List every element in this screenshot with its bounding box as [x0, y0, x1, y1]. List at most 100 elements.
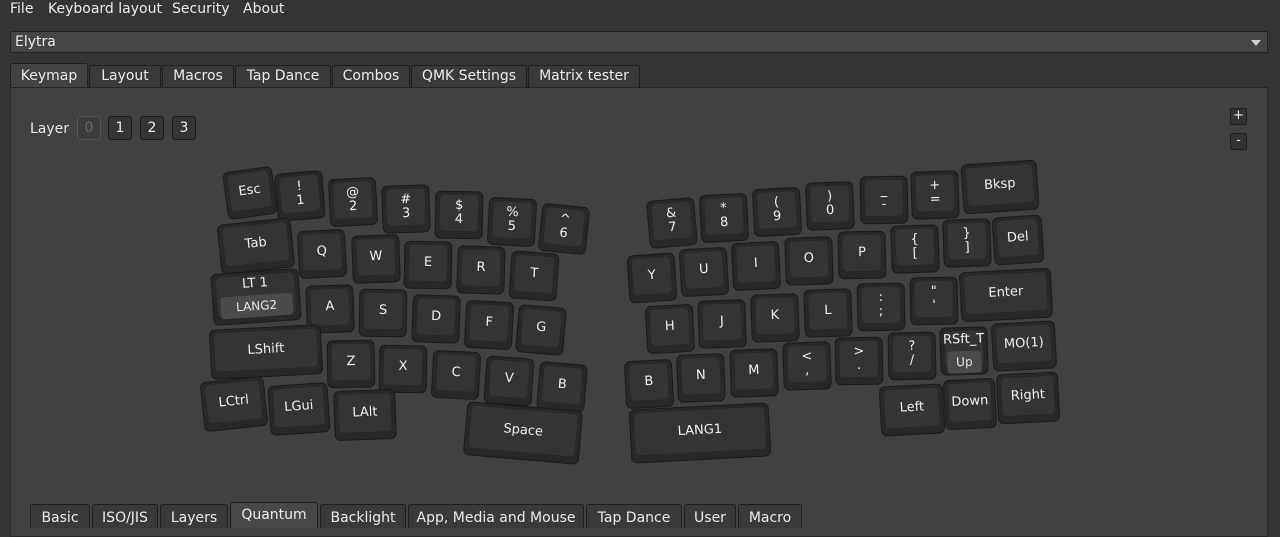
tab-combos[interactable]: Combos	[332, 65, 410, 87]
key-8[interactable]: * 8	[698, 192, 750, 244]
key-o[interactable]: O	[784, 236, 834, 286]
layer-button-3[interactable]: 3	[172, 116, 196, 140]
key-e[interactable]: E	[403, 240, 453, 290]
key-bksp[interactable]: Bksp	[960, 159, 1040, 215]
tab-layers[interactable]: Layers	[160, 504, 228, 528]
key-legend-line: Down	[951, 393, 989, 410]
key-right[interactable]: Right	[995, 371, 1061, 425]
key-lang1[interactable]: LANG1	[628, 402, 772, 464]
key-9[interactable]: (9	[751, 186, 803, 238]
menu-keyboard-layout[interactable]: Keyboard layout	[48, 0, 162, 18]
key-3[interactable]: #3	[381, 184, 431, 234]
key-v[interactable]: V	[483, 355, 535, 407]
zoom-in-button[interactable]: +	[1230, 108, 1247, 125]
layer-button-2[interactable]: 2	[140, 116, 164, 140]
key-enter[interactable]: Enter	[958, 267, 1054, 323]
key-0[interactable]: ) 0	[805, 181, 855, 231]
zoom-out-button[interactable]: -	[1230, 133, 1247, 150]
key-equal[interactable]: + =	[910, 170, 960, 220]
key-del[interactable]: Del	[991, 214, 1045, 266]
key-quote[interactable]: " '	[909, 276, 959, 326]
key-q[interactable]: Q	[296, 228, 348, 280]
key-k[interactable]: K	[750, 293, 800, 343]
key-minus[interactable]: _ -	[859, 175, 909, 225]
key-5[interactable]: % 5	[486, 196, 538, 248]
tab-tap-dance-keys[interactable]: Tap Dance	[586, 504, 682, 528]
key-lctrl[interactable]: LCtrl	[199, 375, 269, 433]
key-legend: Space	[468, 405, 578, 457]
tab-qmk-settings[interactable]: QMK Settings	[411, 65, 527, 87]
key-left[interactable]: Left	[878, 383, 946, 437]
key-tab[interactable]: Tab	[216, 217, 296, 275]
key-x[interactable]: X	[378, 344, 428, 394]
key-j[interactable]: J	[697, 299, 747, 349]
tab-user[interactable]: User	[684, 504, 736, 528]
key-y[interactable]: Y	[626, 252, 678, 304]
key-lbracket[interactable]: {[	[890, 224, 940, 274]
tab-tap-dance[interactable]: Tap Dance	[235, 65, 331, 87]
key-lgui[interactable]: LGui	[267, 381, 331, 437]
menu-file[interactable]: File	[10, 0, 33, 18]
tab-quantum[interactable]: Quantum	[230, 502, 318, 528]
key-legend: LANG1	[633, 406, 766, 456]
key-lshift[interactable]: LShift	[208, 324, 324, 380]
key-tap-legend: Up	[946, 350, 983, 374]
key-u[interactable]: U	[678, 246, 730, 298]
layer-button-0[interactable]: 0	[77, 116, 101, 140]
key-legend-line: L	[824, 302, 832, 319]
key-1[interactable]: ! 1	[273, 169, 327, 223]
key-legend: % 5	[492, 201, 533, 239]
tab-layout[interactable]: Layout	[89, 65, 161, 87]
tab-macro[interactable]: Macro	[738, 504, 802, 528]
key-slash[interactable]: ? /	[887, 331, 937, 381]
tab-macros[interactable]: Macros	[162, 65, 234, 87]
key-period[interactable]: >.	[834, 336, 884, 386]
key-b-left[interactable]: B	[535, 360, 589, 414]
key-w[interactable]: W	[351, 234, 401, 284]
key-d[interactable]: D	[411, 294, 461, 344]
key-space[interactable]: Space	[462, 401, 584, 465]
tab-keymap[interactable]: Keymap	[10, 63, 88, 89]
key-esc[interactable]: Esc	[221, 165, 279, 221]
key-s[interactable]: S	[358, 288, 408, 338]
key-semicolon[interactable]: :;	[856, 282, 906, 332]
key-2[interactable]: @2	[327, 176, 379, 228]
key-down[interactable]: Down	[942, 377, 998, 431]
key-mo1[interactable]: MO(1)	[990, 320, 1058, 372]
tab-app-media-mouse[interactable]: App, Media and Mouse	[408, 504, 584, 528]
tab-matrix-tester[interactable]: Matrix tester	[528, 65, 640, 87]
key-c[interactable]: C	[430, 349, 482, 401]
key-legend-line: O	[803, 250, 815, 267]
key-rbracket[interactable]: }]	[942, 218, 992, 268]
key-p[interactable]: P	[837, 230, 887, 280]
key-h[interactable]: H	[644, 303, 696, 355]
key-m[interactable]: M	[729, 348, 779, 398]
menu-about[interactable]: About	[243, 0, 284, 18]
key-z[interactable]: Z	[326, 339, 376, 389]
layer-button-1[interactable]: 1	[108, 116, 132, 140]
key-lalt[interactable]: LAlt	[333, 388, 397, 442]
tab-basic[interactable]: Basic	[30, 504, 90, 528]
key-t[interactable]: T	[508, 250, 560, 302]
key-n[interactable]: N	[676, 353, 726, 403]
key-f[interactable]: F	[463, 299, 515, 351]
tab-backlight[interactable]: Backlight	[320, 504, 406, 528]
key-legend: T	[513, 254, 555, 294]
key-g[interactable]: G	[514, 303, 568, 357]
key-r[interactable]: R	[456, 245, 506, 295]
tab-iso-jis[interactable]: ISO/JIS	[92, 504, 158, 528]
key-lt1-lang2[interactable]: LT 1 LANG2	[210, 267, 302, 327]
key-legend: * 8	[703, 197, 744, 235]
key-rsft-up[interactable]: RSft_T Up	[939, 326, 989, 376]
key-b-right[interactable]: B	[623, 358, 675, 410]
menu-security[interactable]: Security	[172, 0, 230, 18]
key-i[interactable]: I	[730, 240, 782, 292]
key-l[interactable]: L	[803, 288, 853, 338]
device-select[interactable]: Elytra	[10, 31, 1268, 53]
key-6[interactable]: ^ 6	[537, 202, 591, 256]
key-comma[interactable]: <,	[782, 341, 832, 391]
key-4[interactable]: $4	[434, 190, 484, 240]
key-7[interactable]: & 7	[645, 196, 699, 250]
key-legend-line: 9	[772, 208, 782, 225]
key-legend: $4	[439, 194, 479, 232]
